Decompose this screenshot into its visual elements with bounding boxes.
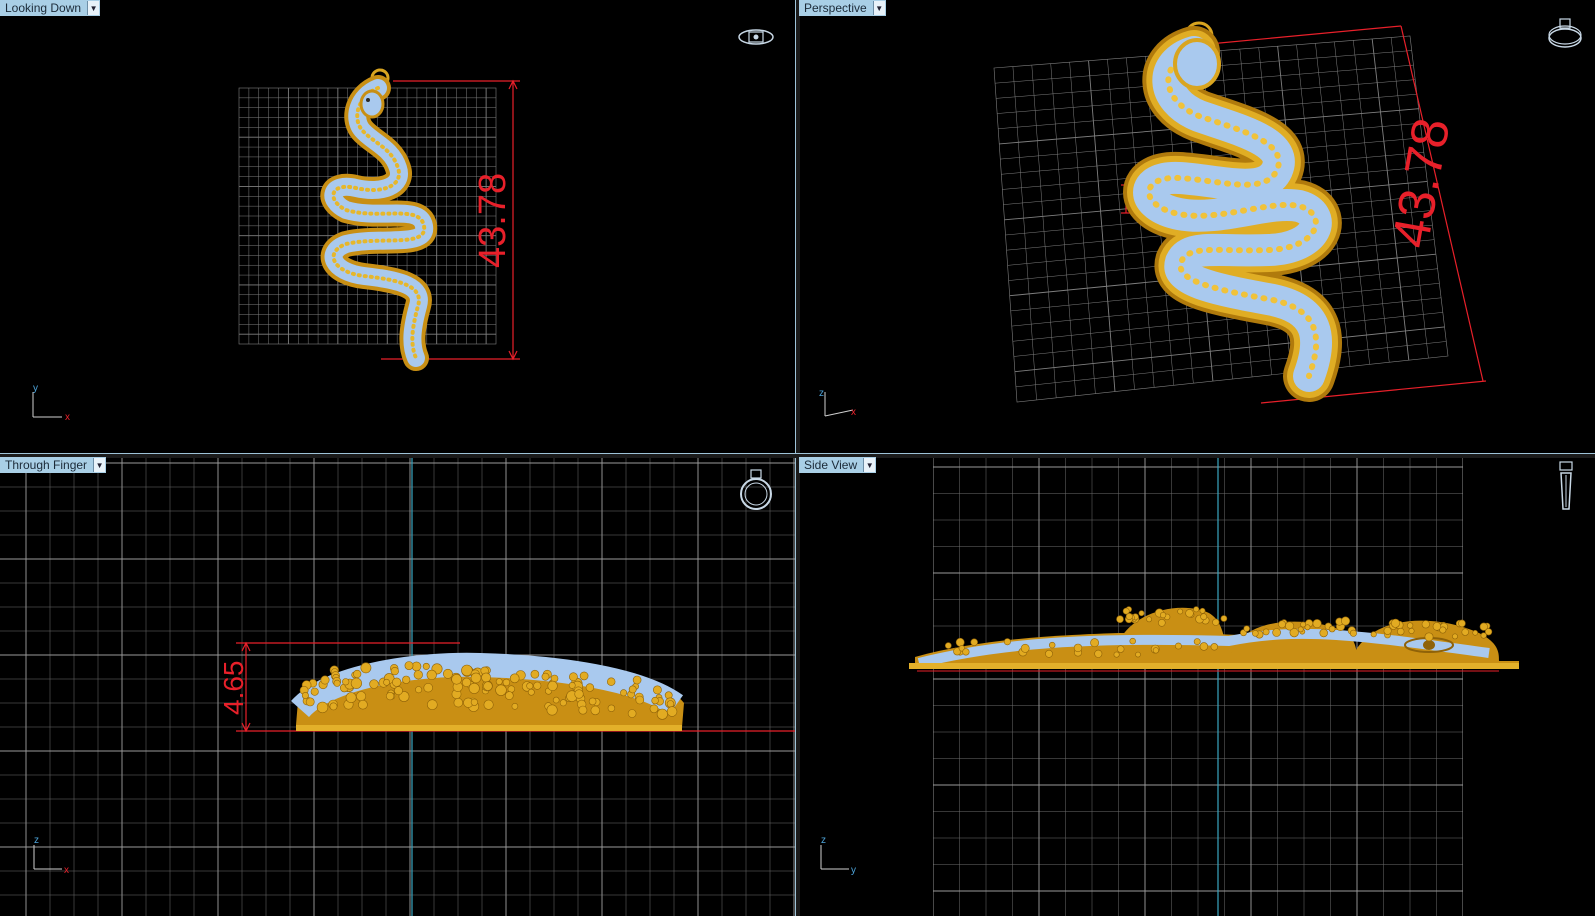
snake-pendant-side[interactable]	[909, 606, 1519, 669]
axis-triad: z x	[819, 388, 856, 418]
viewport-label-through-finger[interactable]: Through Finger ▼	[0, 457, 107, 473]
axis-y-label: y	[851, 865, 856, 876]
viewport-through-finger[interactable]: Through Finger ▼ 4.65 z x	[0, 457, 795, 916]
chevron-down-icon[interactable]: ▼	[93, 458, 106, 472]
snake-pendant[interactable]	[1123, 21, 1342, 402]
axis-y-label: y	[33, 383, 38, 394]
viewport-label-side-view[interactable]: Side View ▼	[799, 457, 877, 473]
dimension-label: 4.65	[218, 661, 249, 716]
viewport-title: Looking Down	[5, 1, 82, 15]
axis-triad: z y	[820, 835, 856, 876]
ring-side-view-icon[interactable]	[1554, 461, 1578, 513]
side-view-scene: z y	[820, 457, 1519, 916]
snake-pendant[interactable]	[320, 68, 438, 371]
viewport-label-looking-down[interactable]: Looking Down ▼	[0, 0, 101, 16]
viewport-perspective[interactable]: Perspective ▼ 43.78 z x	[799, 0, 1595, 453]
through-finger-scene: 4.65 z x	[0, 457, 795, 916]
dimension-label: 43.78	[472, 173, 514, 268]
viewport-title: Side View	[804, 458, 858, 472]
ring-perspective-icon[interactable]	[1545, 14, 1585, 52]
axis-triad: y x	[32, 383, 70, 423]
viewport-title: Through Finger	[5, 458, 88, 472]
axis-z-label: z	[819, 388, 824, 399]
ring-top-view-icon[interactable]	[736, 26, 776, 48]
chevron-down-icon[interactable]: ▼	[87, 1, 100, 15]
viewport-side-view[interactable]: Side View ▼ z y	[799, 457, 1595, 916]
axis-triad: z x	[33, 835, 69, 876]
dimension-label: 43.78	[1382, 114, 1462, 252]
axis-z-label: z	[34, 835, 39, 846]
viewport-splitter-horizontal[interactable]	[0, 453, 1595, 458]
axis-x-label: x	[65, 412, 70, 423]
axis-x-label: x	[851, 407, 856, 418]
ring-front-view-icon[interactable]	[736, 467, 776, 511]
construction-grid	[933, 457, 1463, 916]
axis-x-label: x	[64, 865, 69, 876]
looking-down-scene: 43.78 y x	[32, 68, 520, 423]
axis-z-label: z	[821, 835, 826, 846]
chevron-down-icon[interactable]: ▼	[863, 458, 876, 472]
chevron-down-icon[interactable]: ▼	[872, 1, 885, 15]
viewport-title: Perspective	[804, 1, 867, 15]
viewport-label-perspective[interactable]: Perspective ▼	[799, 0, 886, 16]
perspective-scene: 43.78 z x	[819, 21, 1487, 418]
viewport-looking-down[interactable]: Looking Down ▼ 43.78 y x	[0, 0, 795, 453]
